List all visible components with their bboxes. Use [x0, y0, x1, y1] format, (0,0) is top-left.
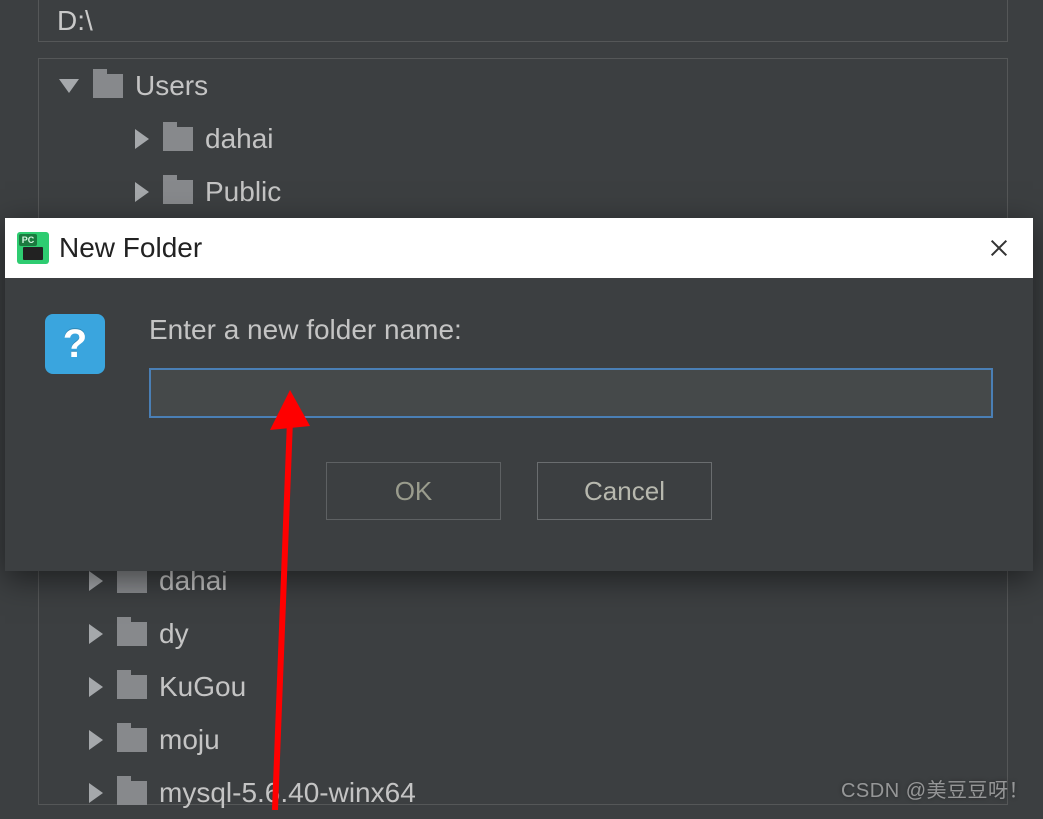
folder-icon	[117, 569, 147, 593]
folder-icon	[117, 781, 147, 805]
tree-item-label: KuGou	[159, 671, 246, 703]
chevron-right-icon[interactable]	[89, 571, 103, 591]
close-button[interactable]	[977, 226, 1021, 270]
folder-icon	[163, 180, 193, 204]
path-bar-value: D:\	[57, 5, 93, 37]
path-bar[interactable]: D:\	[38, 0, 1008, 42]
chevron-down-icon[interactable]	[59, 79, 79, 93]
ok-button[interactable]: OK	[326, 462, 501, 520]
chevron-right-icon[interactable]	[135, 129, 149, 149]
tree-item-label: mysql-5.6.40-winx64	[159, 777, 416, 809]
folder-icon	[117, 622, 147, 646]
chevron-right-icon[interactable]	[135, 182, 149, 202]
folder-icon	[117, 675, 147, 699]
new-folder-dialog: PC New Folder ? Enter a new folder name:…	[5, 218, 1033, 571]
folder-icon	[117, 728, 147, 752]
tree-item-label: Public	[205, 176, 281, 208]
dialog-body: ? Enter a new folder name: OK Cancel	[5, 278, 1033, 571]
folder-name-input[interactable]	[149, 368, 993, 418]
dialog-title: New Folder	[59, 232, 977, 264]
tree-item-label: dahai	[205, 123, 274, 155]
tree-item-label: moju	[159, 724, 220, 756]
question-icon: ?	[45, 314, 105, 374]
chevron-right-icon[interactable]	[89, 730, 103, 750]
pycharm-icon: PC	[17, 232, 49, 264]
chevron-right-icon[interactable]	[89, 783, 103, 803]
folder-icon	[93, 74, 123, 98]
prompt-label: Enter a new folder name:	[149, 314, 993, 346]
folder-icon	[163, 127, 193, 151]
close-icon	[988, 237, 1010, 259]
tree-item-label: Users	[135, 70, 208, 102]
tree-item-label: dy	[159, 618, 189, 650]
cancel-button[interactable]: Cancel	[537, 462, 712, 520]
dialog-title-bar: PC New Folder	[5, 218, 1033, 278]
tree-item[interactable]: Users	[39, 59, 1007, 112]
watermark: CSDN @美豆豆呀！	[841, 774, 1029, 803]
tree-item[interactable]: Public	[39, 165, 1007, 218]
tree-item[interactable]: dy	[39, 607, 1007, 660]
chevron-right-icon[interactable]	[89, 677, 103, 697]
chevron-right-icon[interactable]	[89, 624, 103, 644]
tree-item[interactable]: moju	[39, 713, 1007, 766]
tree-item[interactable]: dahai	[39, 112, 1007, 165]
tree-item[interactable]: KuGou	[39, 660, 1007, 713]
